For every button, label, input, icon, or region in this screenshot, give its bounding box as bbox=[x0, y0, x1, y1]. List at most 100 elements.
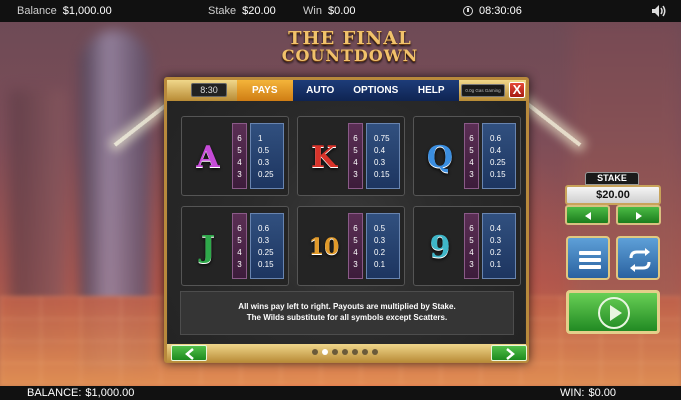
speaker-icon[interactable] bbox=[651, 4, 667, 18]
logo-line-2: COUNTDOWN bbox=[281, 46, 419, 65]
symbol-count-column: 6 5 4 3 bbox=[464, 213, 479, 279]
page-dot[interactable] bbox=[362, 349, 368, 355]
stake-panel: STAKE $20.00 bbox=[565, 172, 661, 226]
payout-value: 0.4 bbox=[374, 146, 386, 155]
paytable-cell: 10 6 5 4 3 0.5 0.3 0.2 0.1 bbox=[297, 206, 405, 286]
prev-page-button[interactable] bbox=[171, 345, 207, 361]
paytable-info: All wins pay left to right. Payouts are … bbox=[180, 291, 514, 335]
balance-label: Balance bbox=[17, 5, 57, 17]
payout-value: 0.2 bbox=[374, 248, 386, 257]
payout-value: 0.4 bbox=[490, 224, 502, 233]
chevron-left-icon bbox=[185, 348, 194, 360]
payout-value: 0.2 bbox=[490, 248, 502, 257]
symbol-count: 6 bbox=[237, 224, 242, 233]
page-dot[interactable] bbox=[372, 349, 378, 355]
menu-button[interactable] bbox=[566, 236, 610, 280]
payout-value: 0.75 bbox=[374, 134, 390, 143]
payout-value: 0.15 bbox=[490, 170, 506, 179]
symbol-icon: 10 bbox=[308, 234, 340, 260]
symbol-count: 3 bbox=[237, 260, 242, 269]
payout-value: 0.6 bbox=[490, 134, 502, 143]
tab-auto[interactable]: AUTO bbox=[293, 80, 349, 101]
symbol-icon: 9 bbox=[429, 229, 451, 265]
modal-tab-bar: 8:30 PAYS AUTO OPTIONS HELP 0.0g Gas Gam… bbox=[167, 80, 526, 101]
symbol-icon: A bbox=[196, 139, 220, 175]
page-dot[interactable] bbox=[342, 349, 348, 355]
paytable-cell: 9 6 5 4 3 0.4 0.3 0.2 0.1 bbox=[413, 206, 521, 286]
payout-value: 0.4 bbox=[490, 146, 502, 155]
tab-help[interactable]: HELP bbox=[404, 80, 460, 101]
stake-increase-button[interactable] bbox=[616, 205, 661, 225]
symbol-count: 3 bbox=[237, 170, 242, 179]
autoplay-button[interactable] bbox=[616, 236, 660, 280]
symbol-count-column: 6 5 4 3 bbox=[348, 123, 363, 189]
page-dot[interactable] bbox=[312, 349, 318, 355]
page-indicator bbox=[312, 349, 378, 355]
stake-decrease-button[interactable] bbox=[565, 205, 610, 225]
close-button[interactable]: X bbox=[509, 82, 525, 98]
left-arrow-icon bbox=[585, 212, 591, 220]
paytable-cell: J 6 5 4 3 0.6 0.3 0.25 0.15 bbox=[181, 206, 289, 286]
payout-column: 0.4 0.3 0.2 0.1 bbox=[482, 213, 516, 279]
spin-button[interactable] bbox=[566, 290, 660, 334]
symbol-icon: J bbox=[200, 229, 216, 265]
symbol-count: 4 bbox=[469, 248, 474, 257]
symbol-count-column: 6 5 4 3 bbox=[232, 123, 247, 189]
paytable-cell: Q 6 5 4 3 0.6 0.4 0.25 0.15 bbox=[413, 116, 521, 196]
tab-strip: PAYS AUTO OPTIONS HELP bbox=[237, 80, 459, 101]
symbol-count: 5 bbox=[353, 236, 358, 245]
symbol-count: 6 bbox=[353, 134, 358, 143]
menu-icon bbox=[579, 251, 601, 269]
paytable-cell: A 6 5 4 3 1 0.5 0.3 0.25 bbox=[181, 116, 289, 196]
bottom-win-value: $0.00 bbox=[588, 387, 616, 399]
game-code-badge: 0.0g Gas Gaming bbox=[461, 84, 505, 97]
payout-value: 0.25 bbox=[490, 158, 506, 167]
stake-label: Stake bbox=[208, 5, 237, 17]
payout-value: 0.1 bbox=[374, 260, 386, 269]
symbol-count: 4 bbox=[237, 248, 242, 257]
paytable-body: A 6 5 4 3 1 0.5 0.3 0.25 K 6 5 4 3 0.75 0.4 0.3 0.15 Q 6 5 4 3… bbox=[168, 101, 525, 343]
payout-value: 0.1 bbox=[490, 260, 502, 269]
balance-value: $1,000.00 bbox=[62, 5, 112, 17]
symbol-count: 3 bbox=[469, 170, 474, 179]
payout-value: 0.3 bbox=[258, 236, 270, 245]
page-dot[interactable] bbox=[352, 349, 358, 355]
symbol-count-column: 6 5 4 3 bbox=[464, 123, 479, 189]
stake-title: STAKE bbox=[585, 172, 639, 185]
tab-options[interactable]: OPTIONS bbox=[348, 80, 404, 101]
stake-amount: $20.00 bbox=[565, 185, 661, 205]
payout-value: 0.15 bbox=[374, 170, 390, 179]
symbol-count-column: 6 5 4 3 bbox=[348, 213, 363, 279]
paytable-modal: 8:30 PAYS AUTO OPTIONS HELP 0.0g Gas Gam… bbox=[164, 77, 529, 363]
game-logo: THE FINAL COUNTDOWN bbox=[270, 28, 430, 65]
symbol-count-column: 6 5 4 3 bbox=[232, 213, 247, 279]
clock-time: 08:30:06 bbox=[479, 5, 522, 17]
payout-value: 0.3 bbox=[490, 236, 502, 245]
symbol-count: 3 bbox=[353, 170, 358, 179]
next-page-button[interactable] bbox=[491, 345, 527, 361]
page-nav-bar bbox=[167, 344, 527, 362]
page-dot[interactable] bbox=[332, 349, 338, 355]
info-line-2: The Wilds substitute for all symbols exc… bbox=[246, 313, 448, 322]
payout-value: 0.3 bbox=[258, 158, 270, 167]
logo-line-1: THE FINAL bbox=[288, 28, 412, 49]
bottom-balance-label: BALANCE: bbox=[27, 387, 82, 399]
payout-value: 0.3 bbox=[374, 236, 386, 245]
bottom-status-bar: BALANCE: $1,000.00 WIN: $0.00 bbox=[0, 386, 681, 400]
payout-column: 0.75 0.4 0.3 0.15 bbox=[366, 123, 400, 189]
payout-value: 0.15 bbox=[258, 260, 274, 269]
payout-value: 0.25 bbox=[258, 170, 274, 179]
stake-value: $20.00 bbox=[242, 5, 276, 17]
info-line-1: All wins pay left to right. Payouts are … bbox=[238, 302, 456, 311]
payout-value: 0.3 bbox=[374, 158, 386, 167]
tab-pays[interactable]: PAYS bbox=[237, 80, 293, 101]
chevron-right-icon bbox=[506, 348, 515, 360]
symbol-icon: K bbox=[310, 139, 338, 175]
payout-column: 1 0.5 0.3 0.25 bbox=[250, 123, 284, 189]
symbol-icon: Q bbox=[426, 139, 454, 175]
page-dot[interactable] bbox=[322, 349, 328, 355]
payout-value: 0.5 bbox=[258, 146, 270, 155]
payout-column: 0.6 0.3 0.25 0.15 bbox=[250, 213, 284, 279]
payout-column: 0.5 0.3 0.2 0.1 bbox=[366, 213, 400, 279]
symbol-count: 5 bbox=[237, 146, 242, 155]
